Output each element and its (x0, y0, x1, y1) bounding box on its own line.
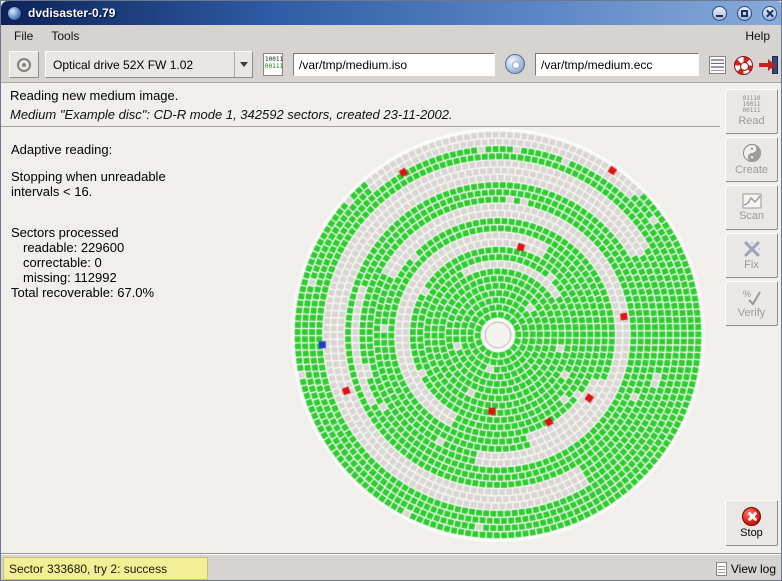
drive-selector[interactable]: Optical drive 52X FW 1.02 (45, 51, 253, 78)
sectors-missing: missing: 112992 (23, 270, 276, 285)
app-icon (7, 6, 22, 21)
ecc-path-input[interactable] (535, 53, 699, 76)
stop-button-label: Stop (740, 527, 763, 539)
maximize-button[interactable] (737, 6, 752, 21)
quit-button[interactable] (756, 53, 780, 77)
create-icon (742, 143, 762, 163)
verify-icon: % (742, 288, 762, 306)
toolbar: Optical drive 52X FW 1.02 10011 00111 (1, 46, 782, 83)
minimize-icon (716, 15, 723, 17)
iso-path-input[interactable] (293, 53, 495, 76)
sectors-correctable: correctable: 0 (23, 255, 276, 270)
scan-icon (742, 193, 762, 209)
view-log-label: View log (731, 562, 776, 576)
create-button[interactable]: Create (725, 137, 778, 182)
stop-button[interactable]: Stop (725, 500, 778, 546)
drive-icon (17, 58, 31, 72)
adaptive-reading-title: Adaptive reading: (11, 142, 276, 157)
create-button-label: Create (735, 164, 768, 176)
menu-help[interactable]: Help (736, 27, 779, 45)
statusbar: Sector 333680, try 2: success View log (1, 553, 782, 581)
read-icon: 01110 10011 00111 (742, 96, 760, 114)
read-button-label: Read (738, 115, 764, 127)
drive-selector-value: Optical drive 52X FW 1.02 (46, 52, 234, 77)
lifebuoy-icon (734, 56, 753, 75)
window-title: dvdisaster-0.79 (28, 6, 702, 20)
image-file-icon-row: 00111 (265, 63, 281, 70)
menu-tools[interactable]: Tools (42, 27, 88, 45)
stopping-line1: Stopping when unreadable (11, 169, 276, 184)
drive-eject-button[interactable] (9, 51, 39, 78)
read-button[interactable]: 01110 10011 00111 Read (725, 89, 778, 134)
status-message: Sector 333680, try 2: success (3, 557, 208, 580)
status-line-secondary: Medium "Example disc": CD-R mode 1, 3425… (10, 107, 711, 122)
minimize-button[interactable] (712, 6, 727, 21)
maximize-icon (741, 10, 748, 17)
fix-button[interactable]: Fix (725, 233, 778, 278)
menubar: File Tools Help (1, 25, 782, 46)
image-file-icon: 10011 00111 (263, 53, 283, 76)
verify-button-label: Verify (738, 307, 766, 319)
image-file-icon-row: 10011 (265, 56, 283, 63)
medium-info-panel: Reading new medium image. Medium "Exampl… (1, 83, 720, 127)
fix-icon (742, 240, 762, 258)
help-button[interactable] (731, 53, 755, 77)
quit-icon (758, 55, 778, 75)
close-icon (765, 9, 774, 18)
dvdisaster-window: dvdisaster-0.79 File Tools Help Optical … (0, 0, 782, 581)
sectors-readable: readable: 229600 (23, 240, 276, 255)
fix-button-label: Fix (744, 259, 759, 271)
svg-text:%: % (743, 289, 751, 299)
preferences-button[interactable] (705, 53, 729, 77)
scan-button-label: Scan (739, 210, 764, 222)
view-log-button[interactable]: View log (716, 558, 776, 579)
status-line-primary: Reading new medium image. (10, 88, 711, 103)
stop-icon (742, 507, 761, 526)
drive-selector-arrow[interactable] (234, 52, 252, 77)
action-sidebar: 01110 10011 00111 Read Create Scan (720, 83, 782, 553)
sectors-processed-title: Sectors processed (11, 225, 276, 240)
total-recoverable: Total recoverable: 67.0% (11, 285, 276, 300)
stopping-line2: intervals < 16. (11, 184, 276, 199)
log-icon (716, 562, 727, 576)
close-button[interactable] (762, 6, 777, 21)
preferences-icon (709, 56, 726, 74)
chevron-down-icon (240, 62, 248, 67)
scan-button[interactable]: Scan (725, 185, 778, 230)
titlebar[interactable]: dvdisaster-0.79 (1, 1, 782, 25)
ecc-file-icon (505, 54, 525, 74)
disc-spiral (288, 125, 708, 545)
reading-info: Adaptive reading: Stopping when unreadab… (11, 142, 276, 300)
verify-button[interactable]: % Verify (725, 281, 778, 326)
menu-file[interactable]: File (5, 27, 42, 45)
